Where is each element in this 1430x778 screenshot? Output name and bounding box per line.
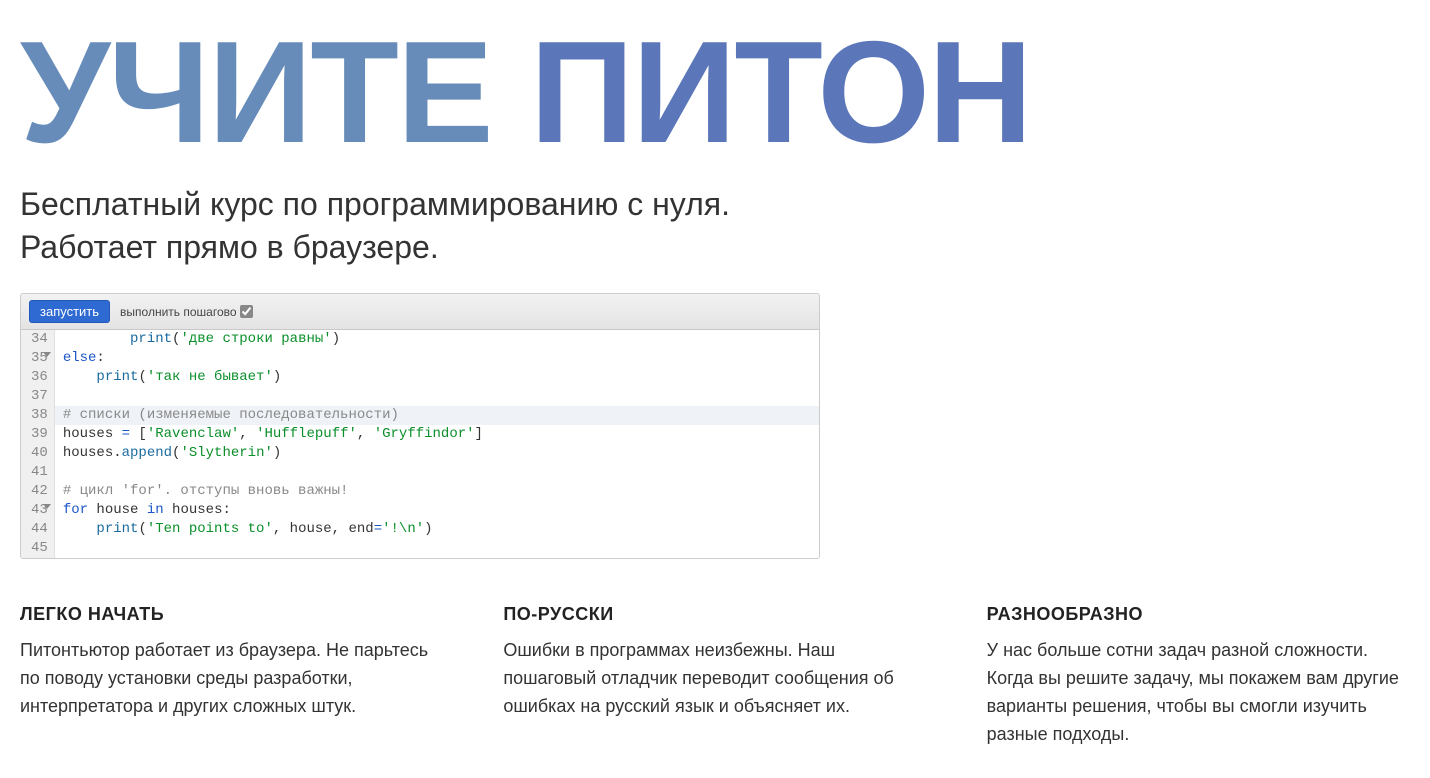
fold-marker-icon[interactable]: [43, 352, 51, 357]
code-line: print('две строки равны'): [63, 330, 811, 349]
code-line: [63, 539, 811, 558]
line-number: 44: [31, 520, 48, 539]
line-number: 42: [31, 482, 48, 501]
features-row: ЛЕГКО НАЧАТЬ Питонтьютор работает из бра…: [20, 604, 1410, 749]
code-line: else:: [63, 349, 811, 368]
step-checkbox[interactable]: [240, 305, 253, 318]
code-line: houses.append('Slytherin'): [63, 444, 811, 463]
line-number: 41: [31, 463, 48, 482]
feature-russian: ПО-РУССКИ Ошибки в программах неизбежны.…: [503, 604, 926, 749]
code-line: [63, 463, 811, 482]
code-content[interactable]: print('две строки равны')else: print('та…: [55, 330, 819, 558]
line-number: 45: [31, 539, 48, 558]
code-line: [63, 387, 811, 406]
code-line: for house in houses:: [63, 501, 811, 520]
run-button[interactable]: запустить: [29, 300, 110, 323]
feature-text: Ошибки в программах неизбежны. Наш пошаг…: [503, 637, 926, 721]
feature-title: ЛЕГКО НАЧАТЬ: [20, 604, 443, 625]
line-gutter: 343536373839404142434445: [21, 330, 55, 558]
title-word-2: ПИТОН: [530, 11, 1031, 173]
code-line: # цикл 'for'. отступы вновь важны!: [63, 482, 811, 501]
code-editor: запустить выполнить пошагово 34353637383…: [20, 293, 820, 559]
feature-text: У нас больше сотни задач разной сложност…: [987, 637, 1410, 749]
feature-variety: РАЗНООБРАЗНО У нас больше сотни задач ра…: [987, 604, 1410, 749]
code-line: # списки (изменяемые последовательности): [63, 406, 811, 425]
step-label: выполнить пошагово: [120, 305, 237, 319]
line-number: 40: [31, 444, 48, 463]
line-number: 36: [31, 368, 48, 387]
line-number: 35: [31, 349, 48, 368]
feature-easy-start: ЛЕГКО НАЧАТЬ Питонтьютор работает из бра…: [20, 604, 443, 749]
subtitle-line-2: Работает прямо в браузере.: [20, 229, 439, 265]
code-line: print('Ten points to', house, end='!\n'): [63, 520, 811, 539]
fold-marker-icon[interactable]: [43, 504, 51, 509]
code-line: houses = ['Ravenclaw', 'Hufflepuff', 'Gr…: [63, 425, 811, 444]
code-area[interactable]: 343536373839404142434445 print('две стро…: [21, 330, 819, 558]
line-number: 38: [31, 406, 48, 425]
feature-title: РАЗНООБРАЗНО: [987, 604, 1410, 625]
page-subtitle: Бесплатный курс по программированию с ну…: [20, 183, 1410, 269]
code-line: print('так не бывает'): [63, 368, 811, 387]
feature-title: ПО-РУССКИ: [503, 604, 926, 625]
line-number: 43: [31, 501, 48, 520]
line-number: 34: [31, 330, 48, 349]
step-by-step-toggle[interactable]: выполнить пошагово: [120, 305, 253, 319]
line-number: 39: [31, 425, 48, 444]
page-title: УЧИТЕ ПИТОН: [20, 20, 1410, 165]
line-number: 37: [31, 387, 48, 406]
feature-text: Питонтьютор работает из браузера. Не пар…: [20, 637, 443, 721]
editor-toolbar: запустить выполнить пошагово: [21, 294, 819, 330]
subtitle-line-1: Бесплатный курс по программированию с ну…: [20, 186, 730, 222]
title-word-1: УЧИТЕ: [20, 11, 492, 173]
